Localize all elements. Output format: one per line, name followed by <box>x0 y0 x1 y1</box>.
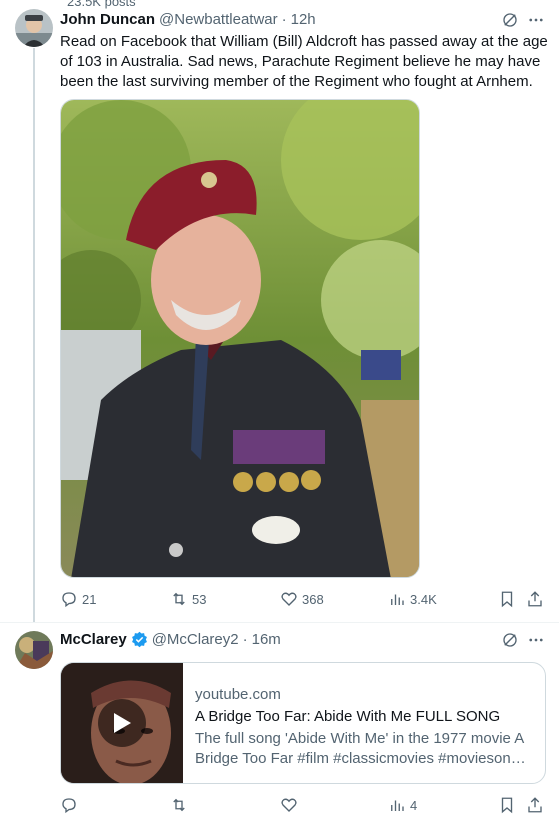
like-count: 368 <box>302 591 324 607</box>
grok-icon[interactable] <box>500 10 520 30</box>
card-domain: youtube.com <box>195 686 281 703</box>
like-button[interactable]: 368 <box>280 590 388 608</box>
author-name[interactable]: John Duncan <box>60 11 155 28</box>
repost-icon <box>173 592 185 606</box>
repost-count: 53 <box>192 591 207 607</box>
tweet-divider <box>0 622 559 623</box>
more-options-icon[interactable] <box>526 630 546 650</box>
post-time[interactable]: 16m <box>252 631 281 648</box>
play-icon <box>114 713 131 733</box>
video-thumbnail[interactable] <box>61 663 183 783</box>
card-description: The full song 'Abide With Me' in the 197… <box>195 730 527 767</box>
bookmark-button[interactable] <box>498 796 526 814</box>
reply-icon <box>62 592 76 608</box>
repost-icon <box>173 798 185 812</box>
tweet2-header: McClarey @McClarey2 · 16m <box>60 631 281 648</box>
author-handle[interactable]: @Newbattleatwar <box>159 11 278 28</box>
share-button[interactable] <box>526 796 546 814</box>
separator-dot: · <box>281 11 287 28</box>
verified-badge-icon <box>131 631 147 648</box>
heart-icon <box>281 592 297 606</box>
share-icon <box>528 797 542 813</box>
bookmark-icon <box>501 797 513 814</box>
avatar-john-duncan[interactable] <box>15 9 53 47</box>
share-button[interactable] <box>526 590 546 608</box>
more-options-icon[interactable] <box>526 10 546 30</box>
reply-icon <box>62 798 76 814</box>
reply-count: 21 <box>82 591 97 607</box>
youtube-link-card[interactable]: youtube.com A Bridge Too Far: Abide With… <box>60 662 546 784</box>
reply-button[interactable] <box>60 796 170 814</box>
bookmark-button[interactable] <box>498 590 526 608</box>
repost-button[interactable]: 53 <box>170 590 280 608</box>
views-button[interactable]: 4 <box>388 796 498 814</box>
posts-count: 23.5K posts <box>67 0 136 9</box>
views-icon <box>391 800 404 811</box>
share-icon <box>528 591 542 607</box>
author-handle[interactable]: @McClarey2 <box>152 631 239 648</box>
card-title: A Bridge Too Far: Abide With Me FULL SON… <box>195 708 501 725</box>
views-count: 3.4K <box>410 591 437 607</box>
bookmark-icon <box>501 591 513 608</box>
play-button[interactable] <box>98 699 146 747</box>
author-name[interactable]: McClarey <box>60 631 127 648</box>
separator-dot: · <box>242 631 248 648</box>
heart-icon <box>281 798 297 812</box>
grok-icon[interactable] <box>500 630 520 650</box>
thread-connector-line <box>33 48 35 622</box>
tweet1-header: John Duncan @Newbattleatwar · 12h <box>60 11 316 28</box>
repost-button[interactable] <box>170 796 280 814</box>
views-count: 4 <box>410 797 418 813</box>
reply-button[interactable]: 21 <box>60 590 170 608</box>
tweet1-action-bar: 21 53 368 3.4K <box>60 590 546 608</box>
views-button[interactable]: 3.4K <box>388 590 498 608</box>
tweet2-action-bar: 4 <box>60 796 546 814</box>
tweet1-photo[interactable] <box>60 99 420 578</box>
avatar-mcclarey[interactable] <box>15 631 53 669</box>
like-button[interactable] <box>280 796 388 814</box>
card-body: youtube.com A Bridge Too Far: Abide With… <box>183 663 545 783</box>
tweet1-text: Read on Facebook that William (Bill) Ald… <box>60 33 548 90</box>
views-icon <box>391 594 404 605</box>
post-time[interactable]: 12h <box>291 11 316 28</box>
